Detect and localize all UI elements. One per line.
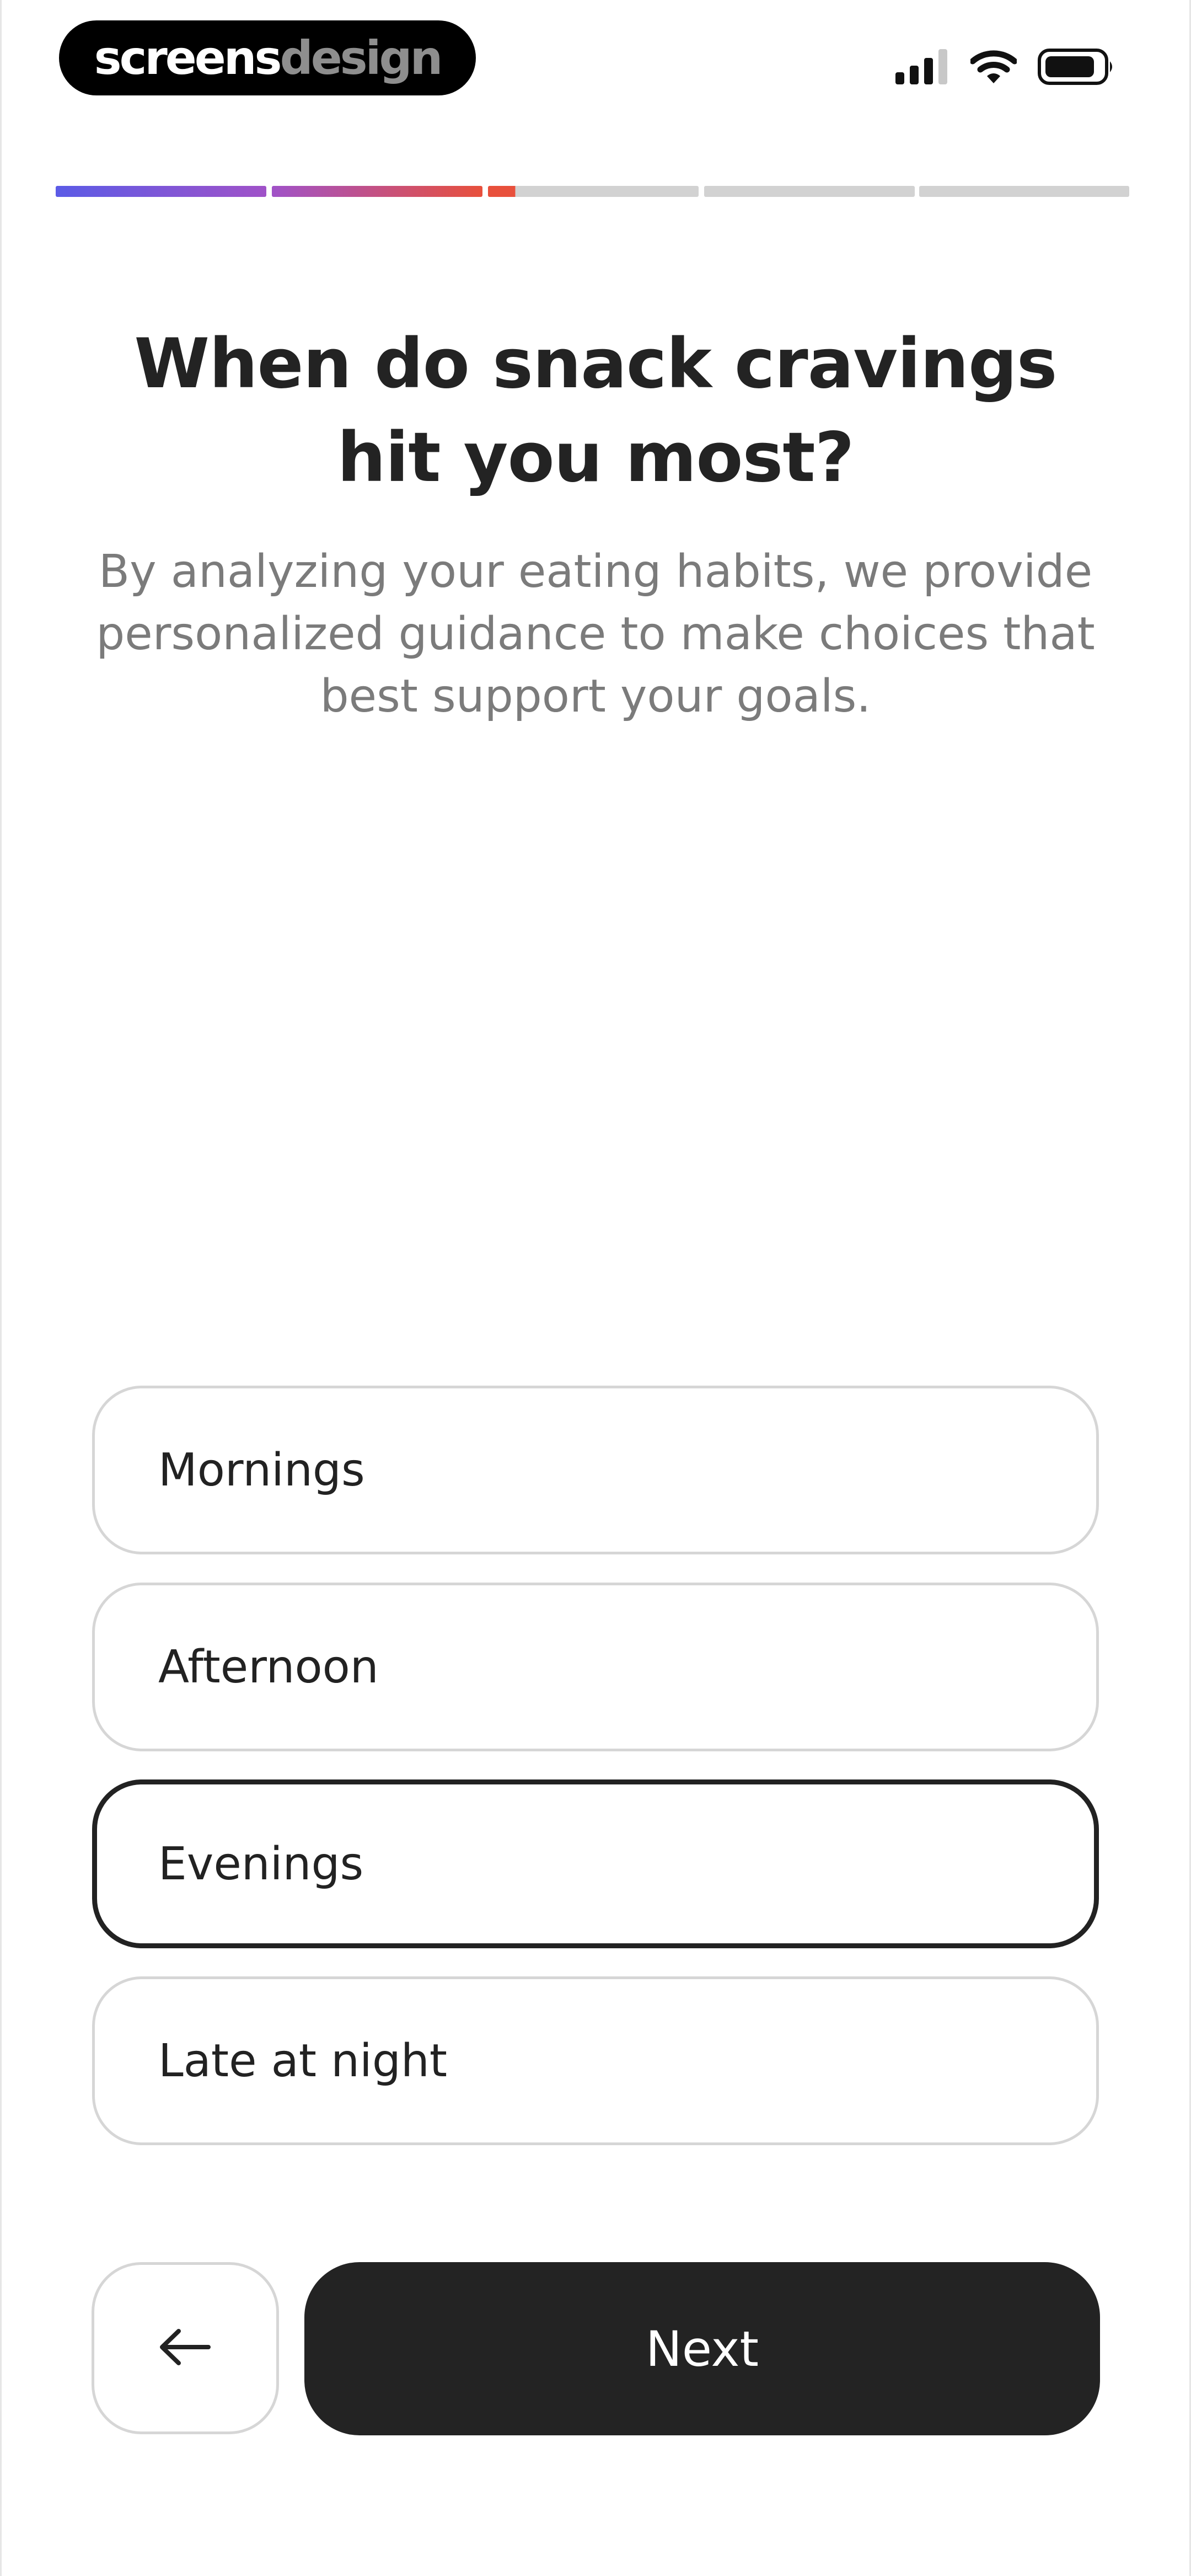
battery-icon [1038, 49, 1115, 87]
option-evenings[interactable]: Evenings [92, 1779, 1099, 1948]
status-icons [895, 49, 1115, 87]
option-label: Late at night [158, 2034, 447, 2087]
progress-segment [919, 186, 1129, 197]
progress-segment [56, 186, 266, 197]
option-late-at-night[interactable]: Late at night [92, 1976, 1099, 2145]
option-afternoon[interactable]: Afternoon [92, 1583, 1099, 1751]
option-label: Evenings [158, 1837, 364, 1890]
back-button[interactable] [92, 2262, 279, 2434]
signal-icon [895, 49, 949, 87]
logo-text-secondary: design [280, 31, 443, 85]
option-label: Afternoon [158, 1640, 379, 1693]
next-button-label: Next [645, 2320, 759, 2377]
next-button[interactable]: Next [304, 2262, 1100, 2435]
question-title: When do snack cravings hit you most? [134, 324, 1057, 498]
onboarding-progress-bar [56, 186, 1129, 197]
arrow-left-icon [159, 2328, 212, 2369]
wifi-icon [969, 49, 1018, 87]
option-mornings[interactable]: Mornings [92, 1386, 1099, 1554]
logo-text-primary: screens [94, 31, 282, 85]
progress-segment-current [488, 186, 699, 197]
screensdesign-logo: screens design [59, 20, 476, 95]
option-label: Mornings [158, 1444, 365, 1497]
question-subtitle: By analyzing your eating habits, we prov… [96, 546, 1095, 723]
progress-segment [704, 186, 915, 197]
progress-segment [272, 186, 482, 197]
